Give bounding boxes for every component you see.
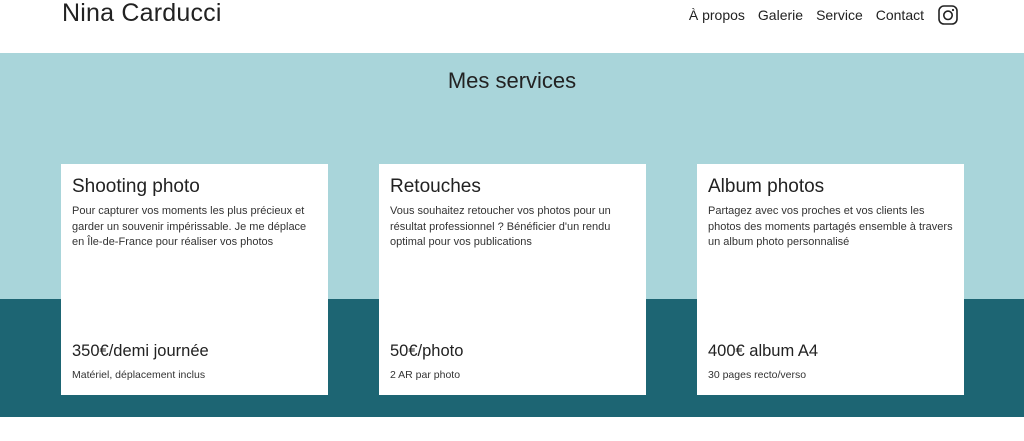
card-price: 50€/photo [390, 342, 464, 360]
card-description: Vous souhaitez retoucher vos photos pour… [390, 205, 611, 248]
services-section: Mes services Shooting photo Pour capture… [0, 53, 1024, 417]
card-description: Pour capturer vos moments les plus préci… [72, 205, 307, 248]
nav-link-contact[interactable]: Contact [876, 5, 924, 25]
services-title: Mes services [447, 68, 577, 93]
card-note: 2 AR par photo [390, 369, 461, 381]
card-price: 350€/demi journée [72, 342, 209, 360]
service-card-retouches: Retouches Vous souhaitez retoucher vos p… [379, 164, 646, 395]
card-note: 30 pages recto/verso [708, 369, 807, 381]
nav-link-gallery[interactable]: Galerie [758, 5, 803, 25]
brand-name[interactable]: Nina Carducci [62, 0, 222, 29]
nav-link-service[interactable]: Service [816, 5, 863, 25]
nav-link-about[interactable]: À propos [689, 5, 745, 25]
card-description: Partagez avec vos proches et vos clients… [708, 205, 953, 248]
card-note: Matériel, déplacement inclus [72, 369, 206, 381]
card-title: Album photos [708, 176, 825, 197]
service-card-album: Album photos Partagez avec vos proches e… [697, 164, 964, 395]
card-title: Shooting photo [72, 176, 200, 197]
main-nav: À propos Galerie Service Contact [689, 4, 958, 26]
service-card-shooting: Shooting photo Pour capturer vos moments… [61, 164, 328, 395]
site-header: Nina Carducci À propos Galerie Service C… [0, 0, 1024, 53]
instagram-icon[interactable] [938, 5, 958, 25]
card-price: 400€ album A4 [708, 342, 819, 360]
card-title: Retouches [390, 176, 481, 197]
